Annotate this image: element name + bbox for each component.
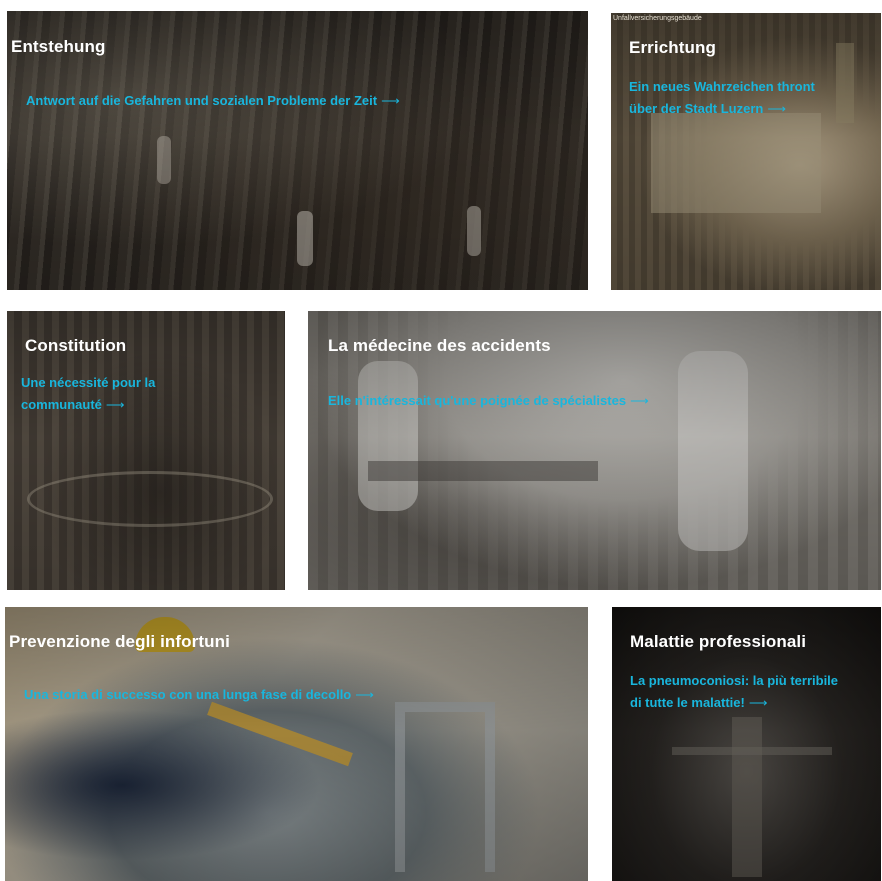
tile-link-text: Antwort auf die Gefahren und sozialen Pr… <box>26 93 378 108</box>
tile-title: Prevenzione degli infortuni <box>9 632 230 651</box>
tile-link[interactable]: Antwort auf die Gefahren und sozialen Pr… <box>26 90 400 112</box>
tile-link-text: Ein neues Wahrzeichen thront <box>629 79 815 94</box>
tile-link[interactable]: Ein neues Wahrzeichen thront über der St… <box>629 76 869 120</box>
arrow-right-icon: ⟶ <box>748 695 768 710</box>
tile-link[interactable]: Una storia di successo con una lunga fas… <box>24 684 374 706</box>
tile-medecine[interactable]: La médecine des accidents Elle n'intéres… <box>308 311 881 590</box>
tile-link-text: Elle n'intéressait qu'une poignée de spé… <box>328 393 627 408</box>
tile-prevenzione[interactable]: Prevenzione degli infortuni Una storia d… <box>5 607 588 881</box>
photo-caption: Unfallversicherungsgebäude <box>613 15 702 22</box>
tile-title: Constitution <box>25 336 127 355</box>
tile-link-text: La pneumoconiosi: la più terribile <box>630 673 839 688</box>
arrow-right-icon: ⟶ <box>355 687 374 702</box>
arrow-right-icon: ⟶ <box>630 393 649 408</box>
tile-title: Errichtung <box>629 38 716 57</box>
arrow-right-icon: ⟶ <box>381 93 400 108</box>
tile-link-text: über der Stadt Luzern <box>629 101 764 116</box>
clipped-section-heading <box>0 0 882 10</box>
tile-title: Entstehung <box>11 37 106 56</box>
arrow-right-icon: ⟶ <box>105 397 125 412</box>
tile-link-text: Una storia di successo con una lunga fas… <box>24 687 352 702</box>
tile-entstehung[interactable]: Entstehung Antwort auf die Gefahren und … <box>7 11 588 290</box>
tile-link[interactable]: La pneumoconiosi: la più terribile di tu… <box>630 670 880 714</box>
arrow-right-icon: ⟶ <box>767 101 786 116</box>
tile-title: La médecine des accidents <box>328 336 551 355</box>
tile-malattie[interactable]: Malattie professionali La pneumoconiosi:… <box>612 607 881 881</box>
tile-link[interactable]: Une nécessité pour la communauté ⟶ <box>21 372 241 416</box>
tile-link[interactable]: Elle n'intéressait qu'une poignée de spé… <box>328 390 649 412</box>
tile-title: Malattie professionali <box>630 632 807 651</box>
tile-errichtung[interactable]: Unfallversicherungsgebäude Errichtung Ei… <box>611 13 881 290</box>
tile-constitution[interactable]: Constitution Une nécessité pour la commu… <box>7 311 285 590</box>
tile-link-text: Une nécessité pour la <box>21 375 156 390</box>
tile-link-text: di tutte le malattie! <box>630 695 745 710</box>
tile-link-text: communauté <box>21 397 102 412</box>
